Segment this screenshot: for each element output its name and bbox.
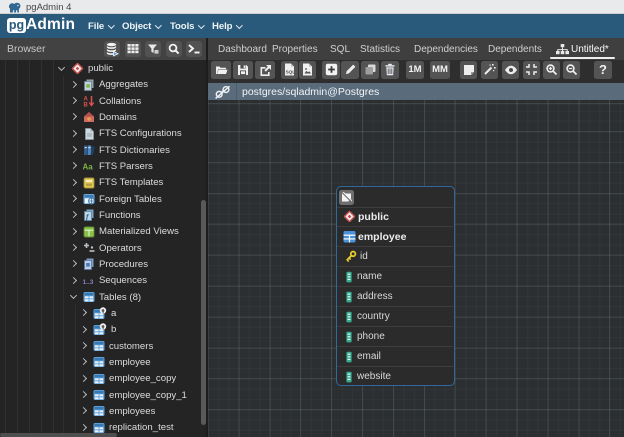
svg-text:SQL: SQL <box>286 70 295 75</box>
svg-text:Aa: Aa <box>83 163 93 172</box>
svg-text:B: B <box>84 103 89 108</box>
svg-text:1..3: 1..3 <box>83 279 94 286</box>
